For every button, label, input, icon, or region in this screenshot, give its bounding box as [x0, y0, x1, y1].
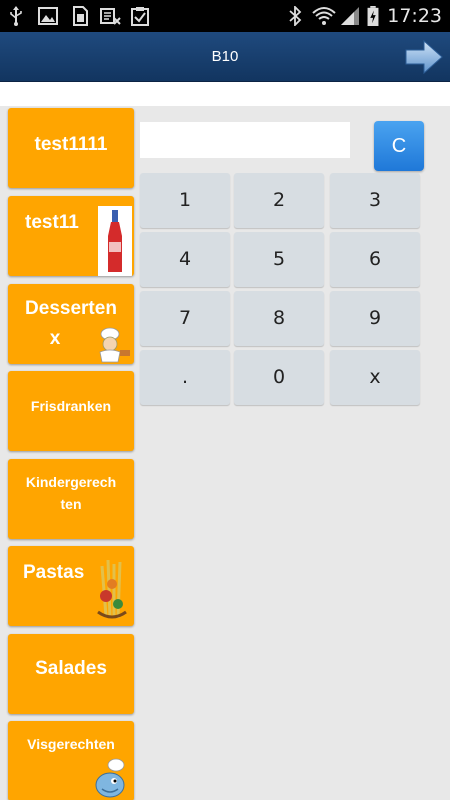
image-icon: [38, 7, 58, 25]
key-multiply[interactable]: x: [330, 350, 420, 405]
blocked-icon: [100, 8, 121, 25]
usb-icon: [10, 6, 22, 26]
category-label: ten: [60, 496, 82, 512]
category-label: Salades: [35, 658, 107, 679]
category-salades[interactable]: Salades: [8, 634, 134, 714]
signal-icon: [341, 7, 359, 25]
sim-icon: [73, 6, 88, 26]
category-label: test1111: [34, 134, 108, 155]
pasta-picture: [97, 559, 127, 619]
key-7[interactable]: 7: [140, 291, 230, 346]
arrow-right-icon[interactable]: [404, 38, 444, 76]
key-3[interactable]: 3: [330, 173, 420, 228]
chef-picture: [99, 327, 130, 363]
category-label: Desserten: [25, 298, 117, 319]
key-decimal[interactable]: .: [140, 350, 230, 405]
key-0[interactable]: 0: [234, 350, 324, 405]
wifi-icon: [312, 7, 336, 25]
battery-charging-icon: [367, 6, 379, 26]
category-label: Visgerechten: [27, 736, 115, 752]
key-4[interactable]: 4: [140, 232, 230, 287]
fish-chef-picture: [95, 758, 125, 798]
category-label: Kindergerech: [25, 474, 117, 490]
key-8[interactable]: 8: [234, 291, 324, 346]
key-1[interactable]: 1: [140, 173, 230, 228]
info-bar: [0, 82, 450, 106]
clear-button[interactable]: C: [374, 121, 424, 171]
category-visgerechten[interactable]: Visgerechten: [8, 721, 134, 800]
key-2[interactable]: 2: [234, 173, 324, 228]
clock: 17:23: [387, 5, 442, 27]
status-bar: 17:23: [0, 0, 450, 32]
page-title: B10: [211, 48, 239, 65]
title-bar: B10: [0, 32, 450, 82]
key-9[interactable]: 9: [330, 291, 420, 346]
category-test1111[interactable]: test1111: [8, 108, 134, 188]
key-5[interactable]: 5: [234, 232, 324, 287]
category-frisdranken[interactable]: Frisdranken: [8, 371, 134, 451]
bottle-picture: [98, 206, 132, 276]
category-label: Frisdranken: [30, 398, 112, 414]
key-6[interactable]: 6: [330, 232, 420, 287]
category-desserten[interactable]: Desserten x: [8, 284, 134, 364]
amount-display[interactable]: [140, 122, 350, 158]
category-pastas[interactable]: Pastas: [8, 546, 134, 626]
bluetooth-icon: [289, 6, 302, 26]
category-kindergerechten[interactable]: Kindergerech ten: [8, 459, 134, 539]
category-test11[interactable]: test11: [8, 196, 134, 276]
clipboard-check-icon: [131, 7, 149, 26]
